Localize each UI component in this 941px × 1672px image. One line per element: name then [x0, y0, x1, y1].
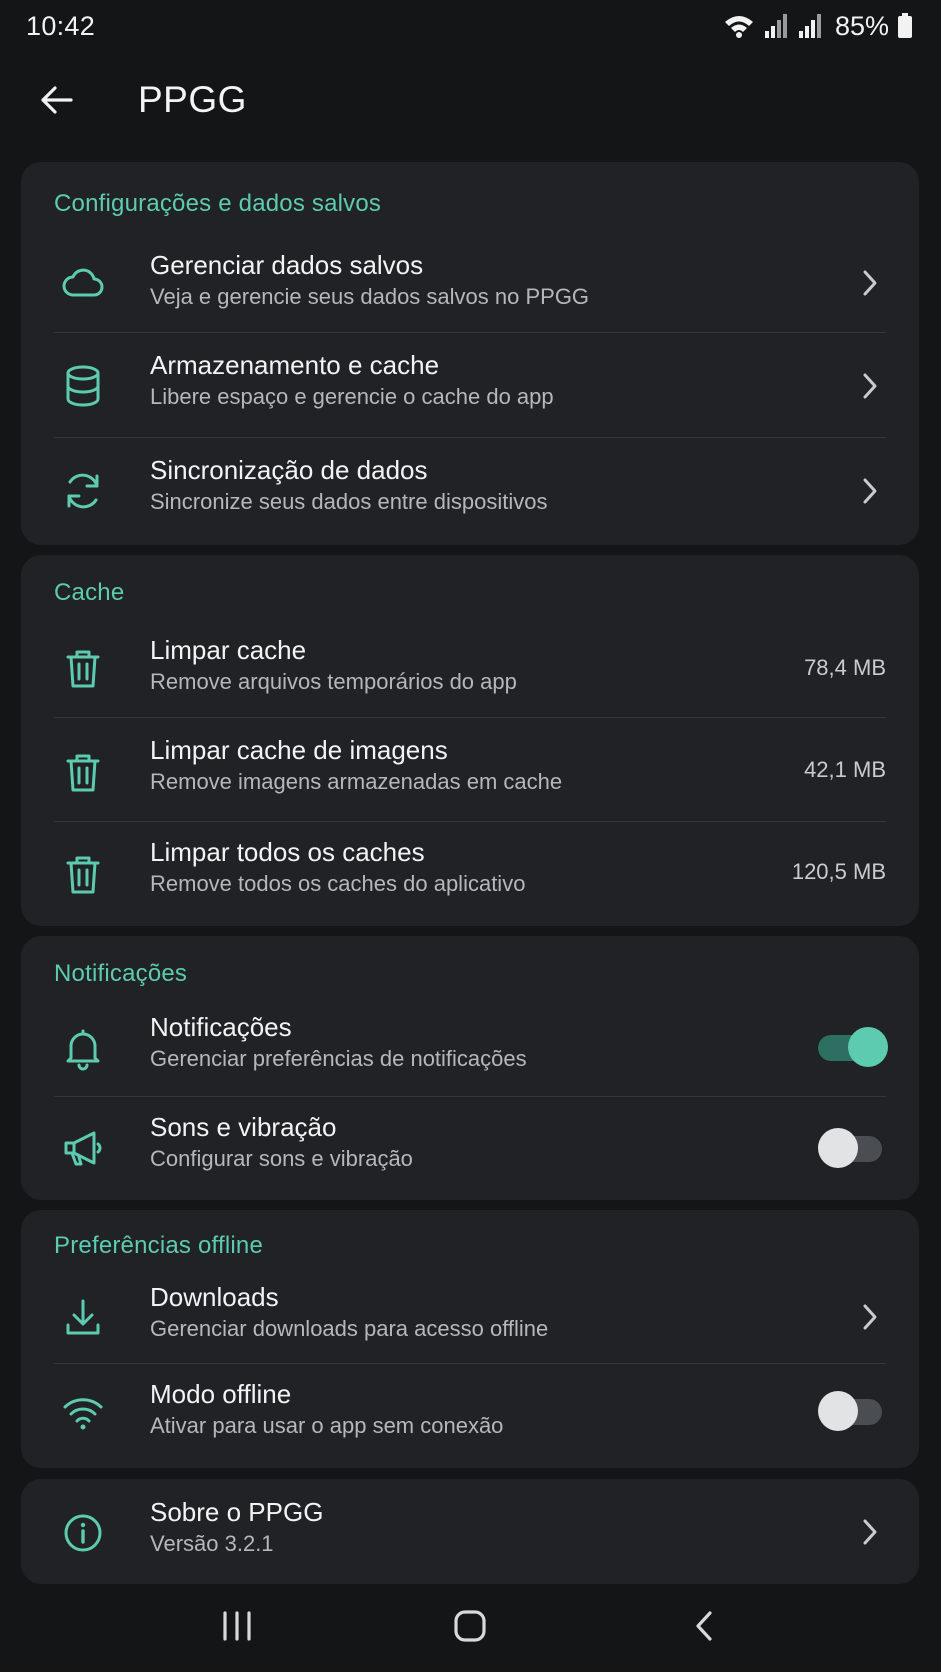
row-subtitle: Ativar para usar o app sem conexão	[150, 1413, 504, 1438]
row-subtitle: Gerenciar downloads para acesso offline	[150, 1316, 549, 1341]
row-subtitle: Gerenciar preferências de notificações	[150, 1046, 527, 1071]
trash-icon	[57, 849, 109, 901]
page-title: PPGG	[138, 79, 247, 120]
chevron-right-icon	[857, 1300, 883, 1334]
row-subtitle: Versão 3.2.1	[150, 1531, 274, 1556]
trash-icon	[57, 747, 109, 799]
toggle-thumb	[848, 1027, 888, 1067]
row-title: Limpar cache de imagens	[150, 735, 448, 765]
row-storage-cache[interactable]: Armazenamento e cache Libere espaço e ge…	[21, 334, 919, 438]
cache-size: 78,4 MB	[804, 655, 886, 680]
recents-button[interactable]	[197, 1596, 277, 1656]
row-title: Notificações	[150, 1012, 292, 1042]
row-clear-cache[interactable]: Limpar cache Remove arquivos temporários…	[21, 617, 919, 721]
status-bar: 10:42 85%	[0, 0, 941, 52]
row-title: Sincronização de dados	[150, 455, 428, 485]
divider	[54, 437, 886, 438]
row-downloads[interactable]: Downloads Gerenciar downloads para acess…	[21, 1268, 919, 1370]
row-title: Sons e vibração	[150, 1112, 337, 1142]
row-clear-image-cache[interactable]: Limpar cache de imagens Remove imagens a…	[21, 719, 919, 823]
status-time: 10:42	[26, 10, 96, 41]
arrow-left-icon	[41, 86, 73, 114]
divider	[54, 821, 886, 822]
back-button[interactable]	[26, 70, 86, 130]
section-title-offline: Preferências offline	[54, 1232, 264, 1259]
row-offline-mode[interactable]: Modo offline Ativar para usar o app sem …	[21, 1365, 919, 1465]
row-subtitle: Remove imagens armazenadas em cache	[150, 769, 563, 794]
row-notifications[interactable]: Notificações Gerenciar preferências de n…	[21, 996, 919, 1100]
row-title: Downloads	[150, 1282, 279, 1312]
section-title-data: Configurações e dados salvos	[54, 190, 382, 217]
chevron-right-icon	[857, 266, 883, 300]
toggle-thumb	[818, 1391, 858, 1431]
trash-icon	[57, 643, 109, 695]
row-title: Limpar cache	[150, 635, 307, 665]
row-title: Modo offline	[150, 1379, 292, 1409]
row-manage-saved-data[interactable]: Gerenciar dados salvos Veja e gerencie s…	[21, 232, 919, 334]
chevron-right-icon	[857, 474, 883, 508]
divider	[54, 717, 886, 718]
row-subtitle: Configurar sons e vibração	[150, 1146, 413, 1171]
wifi-status-icon	[724, 16, 753, 38]
home-button[interactable]	[430, 1596, 510, 1656]
card-cache: Cache Limpar cache Remove arquivos tempo…	[21, 555, 919, 926]
status-icons: 85%	[723, 11, 913, 42]
database-icon	[57, 360, 109, 412]
section-title-cache: Cache	[54, 579, 125, 606]
sounds-vibration-toggle[interactable]	[818, 1128, 886, 1168]
row-subtitle: Remove todos os caches do aplicativo	[150, 871, 526, 896]
divider	[54, 1096, 886, 1097]
battery-percent: 85%	[834, 10, 889, 41]
row-about[interactable]: Sobre o PPGG Versão 3.2.1	[21, 1479, 919, 1584]
row-data-sync[interactable]: Sincronização de dados Sincronize seus d…	[21, 439, 919, 543]
card-notifications: Notificações Notificações Gerenciar pref…	[21, 936, 919, 1200]
sync-icon	[57, 465, 109, 517]
image-cache-size: 42,1 MB	[804, 757, 886, 782]
row-subtitle: Libere espaço e gerencie o cache do app	[150, 384, 554, 409]
megaphone-icon	[57, 1122, 109, 1174]
recents-icon	[223, 1611, 251, 1641]
cloud-icon	[57, 257, 109, 309]
home-icon	[454, 1610, 487, 1642]
card-data-settings: Configurações e dados salvos Gerenciar d…	[21, 162, 919, 545]
divider	[54, 332, 886, 333]
row-title: Armazenamento e cache	[150, 350, 440, 380]
signal-icon	[764, 14, 787, 38]
row-title: Gerenciar dados salvos	[150, 250, 424, 280]
notifications-toggle[interactable]	[818, 1027, 888, 1067]
row-clear-all-caches[interactable]: Limpar todos os caches Remove todos os c…	[21, 823, 919, 925]
all-caches-size: 120,5 MB	[791, 859, 886, 884]
row-title: Sobre o PPGG	[150, 1497, 324, 1527]
bell-icon	[57, 1022, 109, 1074]
divider	[54, 1363, 886, 1364]
chevron-right-icon	[857, 369, 883, 403]
row-subtitle: Remove arquivos temporários do app	[150, 669, 517, 694]
back-icon	[696, 1611, 712, 1641]
download-icon	[57, 1292, 109, 1344]
wifi-icon	[57, 1387, 109, 1439]
section-title-notifications: Notificações	[54, 960, 188, 987]
card-about: Sobre o PPGG Versão 3.2.1	[21, 1479, 919, 1584]
battery-icon	[898, 13, 912, 38]
row-subtitle: Sincronize seus dados entre dispositivos	[150, 489, 548, 514]
system-back-button[interactable]	[664, 1596, 744, 1656]
app-bar: PPGG	[0, 52, 941, 148]
settings-screen: 10:42 85% PPGG Configurações e dados sal…	[0, 0, 941, 1672]
toggle-thumb	[818, 1128, 858, 1168]
card-offline: Preferências offline Downloads Gerenciar…	[21, 1210, 919, 1468]
info-icon	[57, 1507, 109, 1559]
row-title: Limpar todos os caches	[150, 837, 425, 867]
signal-icon-2	[798, 14, 821, 38]
offline-mode-toggle[interactable]	[818, 1391, 886, 1431]
system-nav-bar	[0, 1580, 941, 1672]
chevron-right-icon	[857, 1515, 883, 1549]
row-sounds-vibration[interactable]: Sons e vibração Configurar sons e vibraç…	[21, 1098, 919, 1198]
row-subtitle: Veja e gerencie seus dados salvos no PPG…	[150, 284, 590, 309]
